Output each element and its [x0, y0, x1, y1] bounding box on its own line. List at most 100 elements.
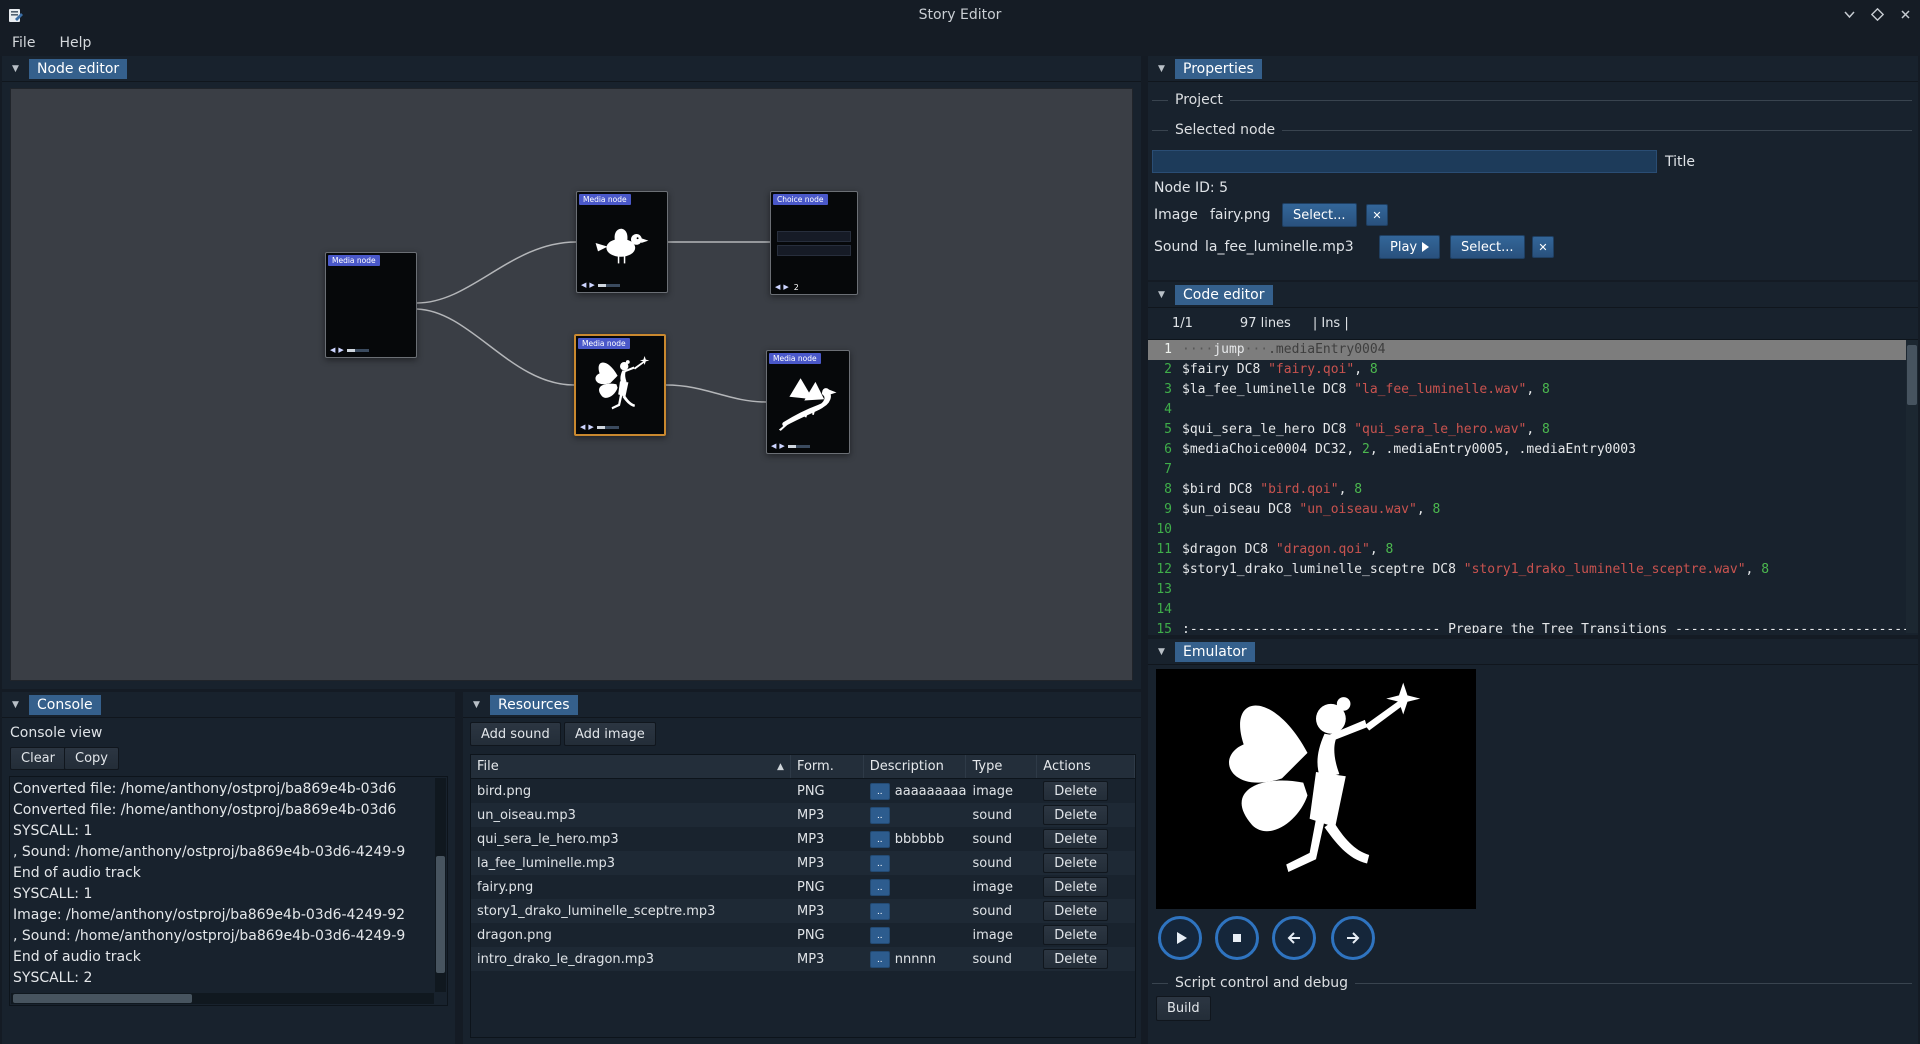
fairy-preview-image — [1202, 672, 1430, 906]
emulator-stop-button[interactable] — [1215, 916, 1259, 960]
node-next-icon[interactable]: ▶ — [783, 284, 788, 291]
console-log-line: , Sound: /home/anthony/ostproj/ba869e4b-… — [13, 842, 433, 863]
sound-clear-button[interactable]: ✕ — [1532, 236, 1554, 258]
table-row[interactable]: story1_drako_luminelle_sceptre.mp3MP3..s… — [471, 899, 1135, 923]
edit-description-button[interactable]: .. — [870, 855, 890, 872]
node-prev-icon[interactable]: ◀ — [771, 443, 776, 450]
cell-type: image — [966, 928, 1037, 943]
column-header-actions[interactable]: Actions — [1037, 755, 1135, 778]
cell-description: ..aaaaaaaaa — [864, 783, 967, 800]
clear-button[interactable]: Clear — [10, 747, 66, 770]
menu-help[interactable]: Help — [47, 31, 103, 55]
title-input[interactable] — [1152, 150, 1657, 173]
node-dragon[interactable]: Media node ◀ ▶ — [766, 350, 850, 454]
delete-button[interactable]: Delete — [1043, 829, 1108, 849]
delete-button[interactable]: Delete — [1043, 901, 1108, 921]
copy-button[interactable]: Copy — [64, 747, 119, 770]
delete-button[interactable]: Delete — [1043, 949, 1108, 969]
panel-title[interactable]: Console — [29, 695, 101, 715]
node-prev-icon[interactable]: ◀ — [775, 284, 780, 291]
console-hscrollbar[interactable] — [11, 993, 434, 1004]
delete-button[interactable]: Delete — [1043, 877, 1108, 897]
build-button[interactable]: Build — [1156, 996, 1211, 1021]
collapse-icon[interactable]: ▼ — [469, 697, 484, 712]
scrollbar-thumb[interactable] — [436, 856, 445, 973]
edit-description-button[interactable]: .. — [870, 951, 890, 968]
choice-entry[interactable] — [777, 231, 851, 242]
choice-entry[interactable] — [777, 245, 851, 256]
node-play-icon[interactable]: ▶ — [779, 443, 784, 450]
collapse-icon[interactable]: ▼ — [8, 697, 23, 712]
edit-description-button[interactable]: .. — [870, 879, 890, 896]
cell-description: ..nnnnn — [864, 951, 967, 968]
play-icon — [1170, 928, 1190, 948]
delete-button[interactable]: Delete — [1043, 853, 1108, 873]
minimize-icon[interactable] — [1840, 6, 1858, 24]
collapse-icon[interactable]: ▼ — [1154, 287, 1169, 302]
script-control-group: Script control and debug — [1152, 975, 1912, 991]
collapse-icon[interactable]: ▼ — [1154, 644, 1169, 659]
edit-description-button[interactable]: .. — [870, 831, 890, 848]
edit-description-button[interactable]: .. — [870, 783, 890, 800]
node-bird[interactable]: Media node ◀ ▶ — [576, 191, 668, 293]
node-intro[interactable]: Media node ◀ ▶ — [325, 252, 417, 358]
add-image-button[interactable]: Add image — [564, 722, 656, 746]
code-line: 1····jump···.mediaEntry0004 — [1148, 340, 1918, 360]
table-row[interactable]: la_fee_luminelle.mp3MP3..soundDelete — [471, 851, 1135, 875]
story-editor-window: Story Editor File Help ▼ Node editor — [0, 0, 1920, 1044]
close-icon[interactable] — [1896, 6, 1914, 24]
emulator-panel: ▼ Emulator Script control and debug Buil… — [1148, 639, 1918, 1044]
collapse-icon[interactable]: ▼ — [8, 61, 23, 76]
table-row[interactable]: bird.pngPNG..aaaaaaaaaimageDelete — [471, 779, 1135, 803]
edit-description-button[interactable]: .. — [870, 807, 890, 824]
edit-description-button[interactable]: .. — [870, 927, 890, 944]
maximize-icon[interactable] — [1868, 6, 1886, 24]
table-row[interactable]: fairy.pngPNG..imageDelete — [471, 875, 1135, 899]
table-row[interactable]: un_oiseau.mp3MP3..soundDelete — [471, 803, 1135, 827]
scrollbar-thumb[interactable] — [1907, 345, 1917, 405]
code-lines[interactable]: 1····jump···.mediaEntry00042$fairy DC8 "… — [1148, 340, 1918, 633]
emulator-step-forward-button[interactable] — [1331, 916, 1375, 960]
node-prev-icon[interactable]: ◀ — [581, 282, 586, 289]
image-clear-button[interactable]: ✕ — [1366, 204, 1388, 226]
panel-title[interactable]: Code editor — [1175, 285, 1273, 305]
node-play-icon[interactable]: ▶ — [338, 347, 343, 354]
node-fairy[interactable]: Media node ◀ ▶ — [574, 334, 666, 436]
node-prev-icon[interactable]: ◀ — [330, 347, 335, 354]
menu-file[interactable]: File — [0, 31, 47, 55]
delete-button[interactable]: Delete — [1043, 925, 1108, 945]
play-sound-button[interactable]: Play — [1379, 235, 1440, 259]
image-select-button[interactable]: Select... — [1282, 203, 1357, 227]
node-play-icon[interactable]: ▶ — [588, 424, 593, 431]
node-prev-icon[interactable]: ◀ — [580, 424, 585, 431]
column-header-format[interactable]: Form. — [791, 755, 864, 778]
table-row[interactable]: intro_drako_le_dragon.mp3MP3..nnnnnsound… — [471, 947, 1135, 971]
console-log[interactable]: Converted file: /home/anthony/ostproj/ba… — [9, 776, 448, 1006]
delete-button[interactable]: Delete — [1043, 805, 1108, 825]
panel-title[interactable]: Emulator — [1175, 642, 1255, 662]
column-header-type[interactable]: Type — [966, 755, 1037, 778]
collapse-icon[interactable]: ▼ — [1154, 61, 1169, 76]
code-vscrollbar[interactable] — [1906, 340, 1918, 633]
sound-label: Sound — [1154, 239, 1198, 255]
node-play-icon[interactable]: ▶ — [589, 282, 594, 289]
table-row[interactable]: dragon.pngPNG..imageDelete — [471, 923, 1135, 947]
column-header-description[interactable]: Description — [864, 755, 967, 778]
sound-select-button[interactable]: Select... — [1450, 235, 1525, 259]
panel-title[interactable]: Node editor — [29, 59, 127, 79]
delete-button[interactable]: Delete — [1043, 781, 1108, 801]
node-canvas[interactable]: Media node ◀ ▶ Media node ◀ ▶ — [10, 88, 1133, 681]
panel-title[interactable]: Resources — [490, 695, 578, 715]
edit-description-button[interactable]: .. — [870, 903, 890, 920]
console-vscrollbar[interactable] — [435, 778, 446, 992]
node-choice[interactable]: Choice node ◀ ▶ 2 — [770, 191, 858, 295]
cell-format: PNG — [791, 928, 864, 943]
scrollbar-thumb[interactable] — [13, 994, 192, 1003]
emulator-step-back-button[interactable] — [1272, 916, 1316, 960]
panel-title[interactable]: Properties — [1175, 59, 1262, 79]
add-sound-button[interactable]: Add sound — [470, 722, 561, 746]
table-row[interactable]: qui_sera_le_hero.mp3MP3..bbbbbbsoundDele… — [471, 827, 1135, 851]
cell-file: qui_sera_le_hero.mp3 — [471, 832, 791, 847]
emulator-play-button[interactable] — [1158, 916, 1202, 960]
column-header-file[interactable]: File ▲ — [471, 755, 791, 778]
